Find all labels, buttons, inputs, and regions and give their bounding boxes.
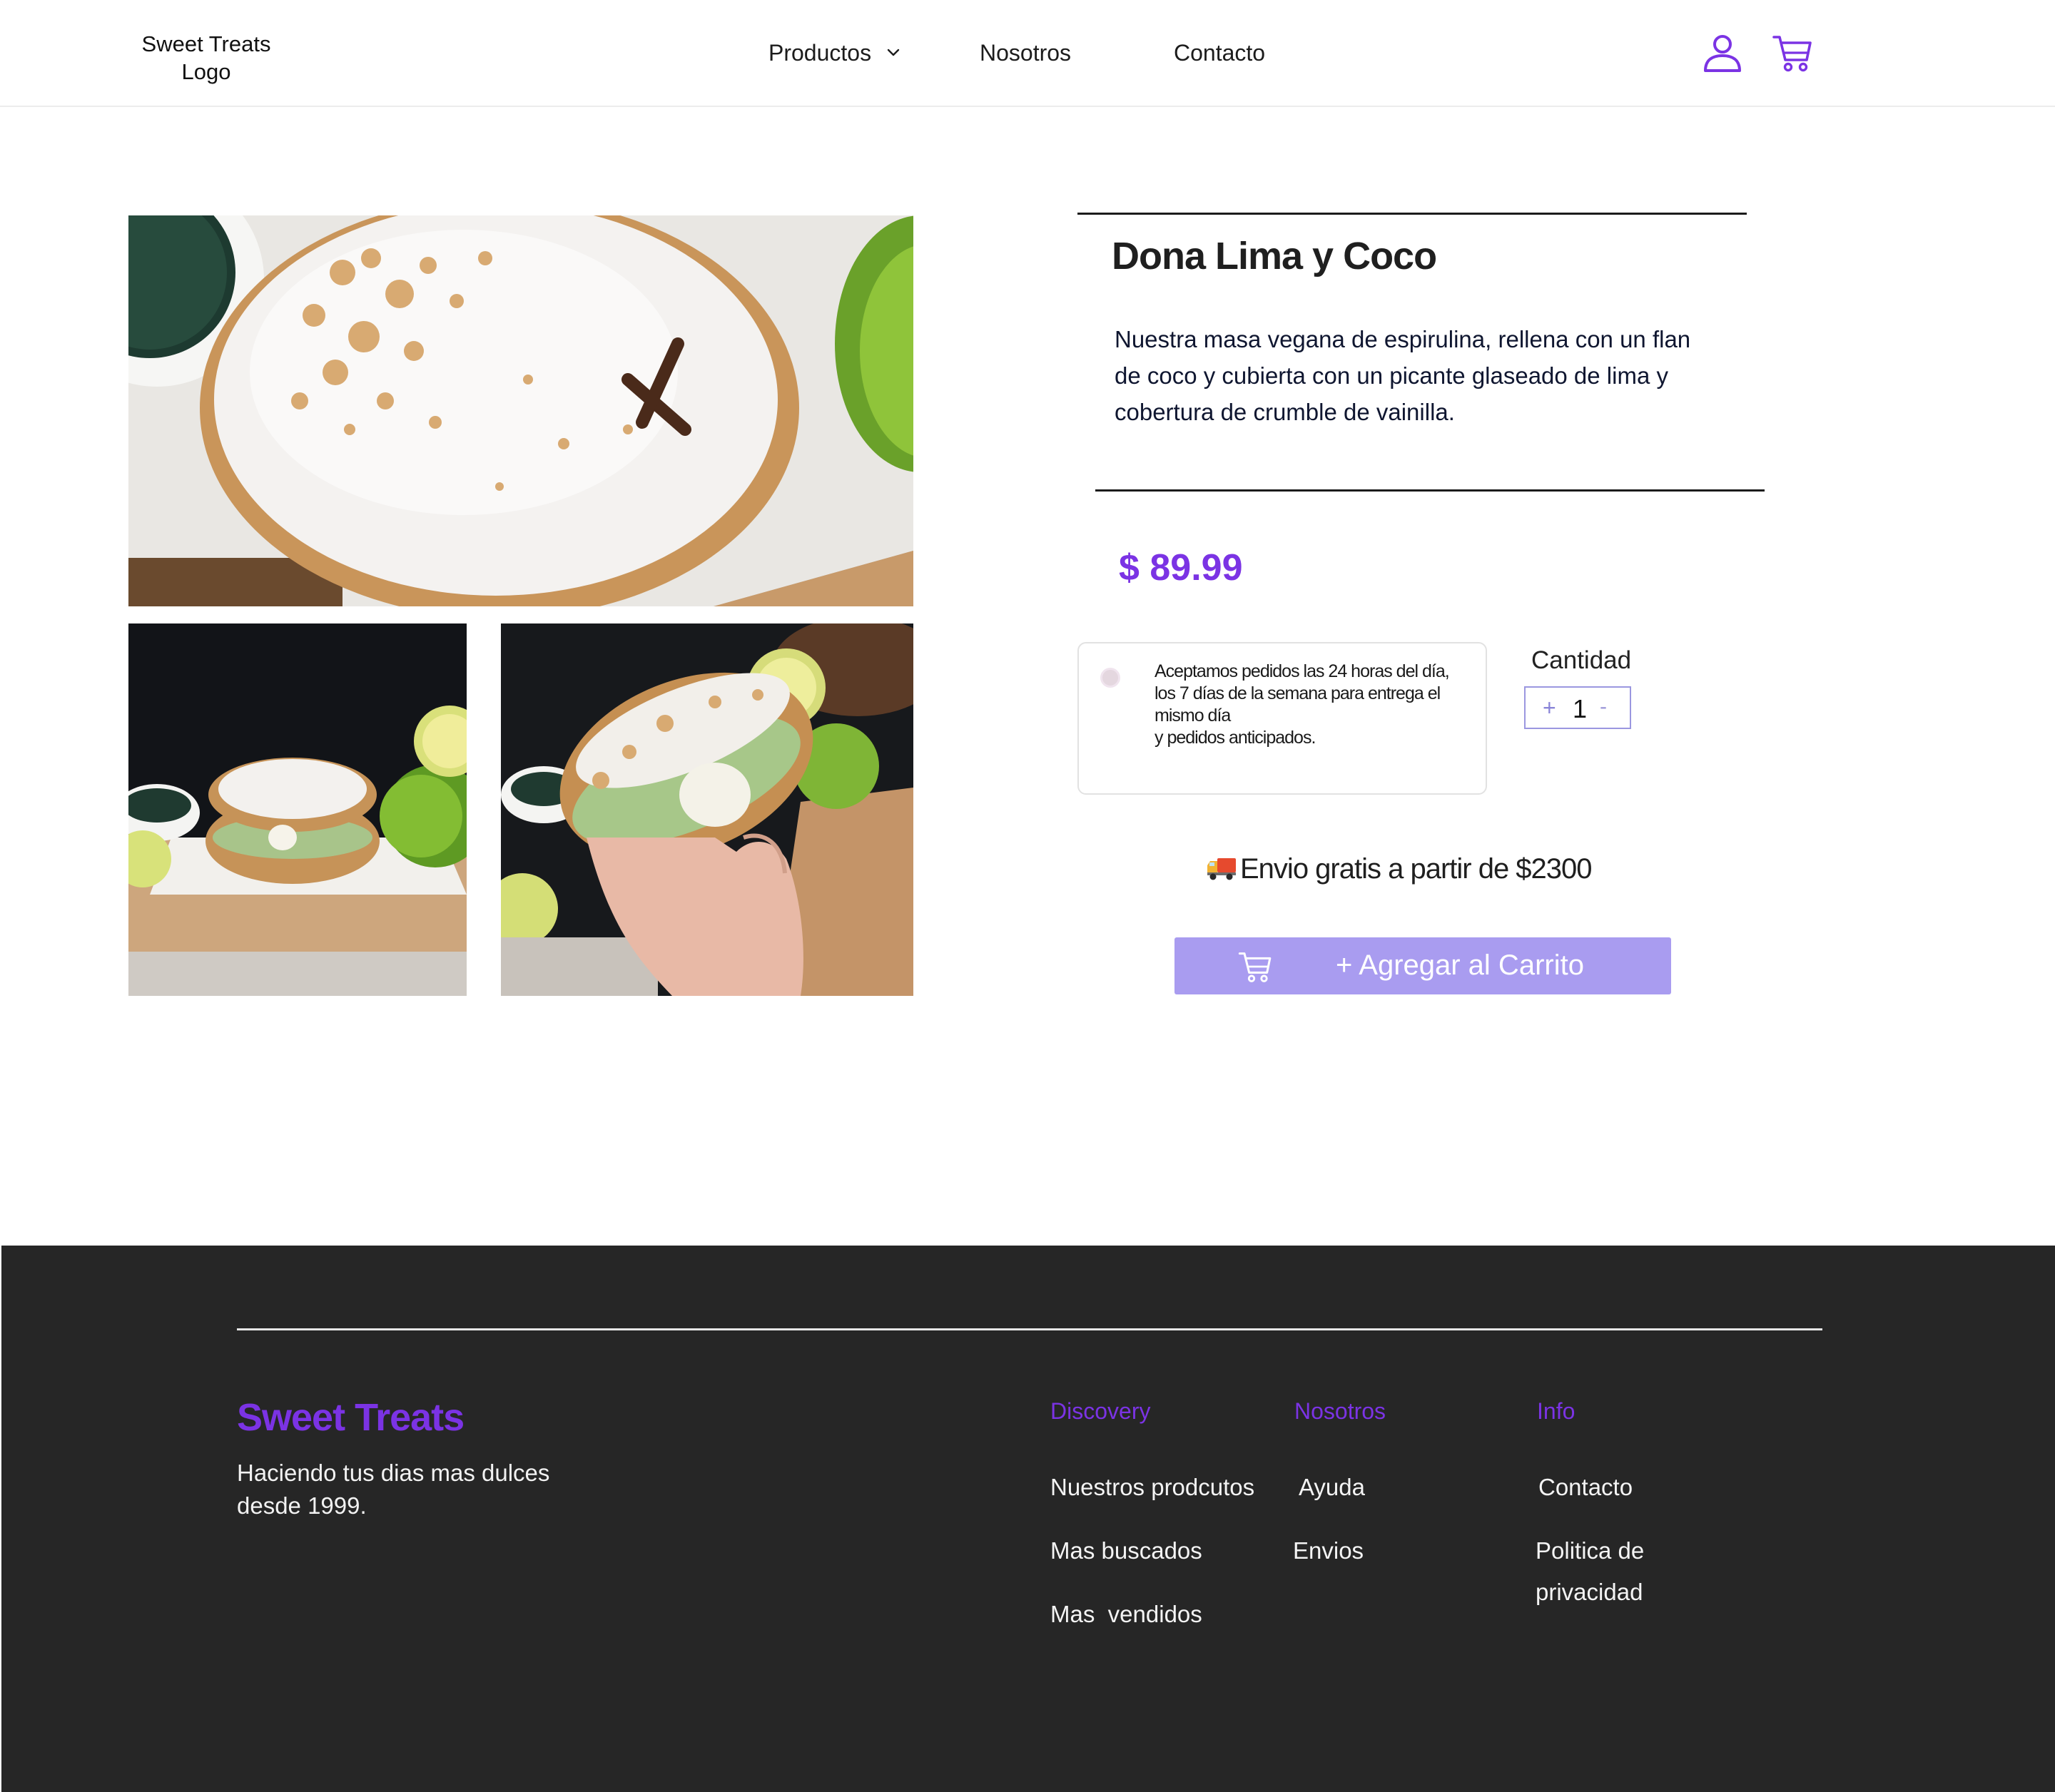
quantity-increase-button[interactable]: + <box>1543 695 1556 721</box>
footer-heading-about: Nosotros <box>1294 1398 1386 1424</box>
user-icon[interactable] <box>1701 31 1744 74</box>
footer-link-most-searched[interactable]: Mas buscados <box>1050 1530 1202 1572</box>
footer-link-best-sellers[interactable]: Mas vendidos <box>1050 1594 1202 1635</box>
product-page: Sweet Treats Logo Productos Nosotros Con… <box>0 0 2055 1792</box>
product-image-3[interactable] <box>501 623 913 996</box>
cart-icon <box>1238 952 1272 982</box>
product-description: Nuestra masa vegana de espirulina, relle… <box>1115 326 1691 425</box>
nav-about[interactable]: Nosotros <box>980 39 1071 66</box>
footer-heading-discovery: Discovery <box>1050 1398 1151 1424</box>
footer-link-privacy[interactable]: Politica de privacidad <box>1536 1530 1700 1613</box>
quantity-value[interactable]: 1 <box>1573 694 1587 724</box>
footer-link-contact[interactable]: Contacto <box>1538 1467 1633 1508</box>
footer-tagline: Haciendo tus dias mas dulces desde 1999. <box>237 1460 550 1519</box>
chevron-down-icon[interactable] <box>885 44 902 61</box>
radio-dot-icon[interactable] <box>1100 668 1120 688</box>
footer-heading-info: Info <box>1537 1398 1576 1424</box>
quantity-label: Cantidad <box>1531 646 1632 674</box>
nav-contact[interactable]: Contacto <box>1174 39 1265 66</box>
product-title: Dona Lima y Coco <box>1112 235 1437 278</box>
footer-brand: Sweet Treats <box>237 1396 465 1439</box>
footer-link-help[interactable]: Ayuda <box>1299 1467 1365 1508</box>
title-rule-top <box>1077 213 1747 215</box>
site-footer: Sweet Treats Haciendo tus dias mas dulce… <box>1 1246 2055 1792</box>
order-notice-card: Aceptamos pedidos las 24 horas del día, … <box>1077 642 1487 795</box>
footer-link-shipping[interactable]: Envios <box>1293 1530 1364 1572</box>
free-shipping-notice: Envio gratis a partir de $2300 <box>1206 853 1593 885</box>
footer-link-products[interactable]: Nuestros prodcutos <box>1050 1467 1254 1508</box>
nav-products[interactable]: Productos <box>768 39 871 66</box>
quantity-stepper: + 1 - <box>1524 686 1631 729</box>
product-price: $ 89.99 <box>1119 547 1243 589</box>
description-rule-bottom <box>1095 489 1765 492</box>
free-shipping-text: Envio gratis a partir de $2300 <box>1240 853 1593 885</box>
truck-icon <box>1207 858 1236 880</box>
cart-icon[interactable] <box>1771 31 1814 74</box>
add-to-cart-label: + Agregar al Carrito <box>1336 950 1584 981</box>
product-image-main[interactable] <box>128 215 913 606</box>
site-header: Sweet Treats Logo Productos Nosotros Con… <box>0 0 2055 107</box>
order-notice-text: Aceptamos pedidos las 24 horas del día, … <box>1155 661 1450 748</box>
add-to-cart-button[interactable]: + Agregar al Carrito <box>1174 937 1671 994</box>
product-image-2[interactable] <box>128 623 467 996</box>
logo[interactable]: Sweet Treats Logo <box>121 30 291 86</box>
footer-divider <box>237 1328 1822 1330</box>
quantity-decrease-button[interactable]: - <box>1600 695 1607 719</box>
